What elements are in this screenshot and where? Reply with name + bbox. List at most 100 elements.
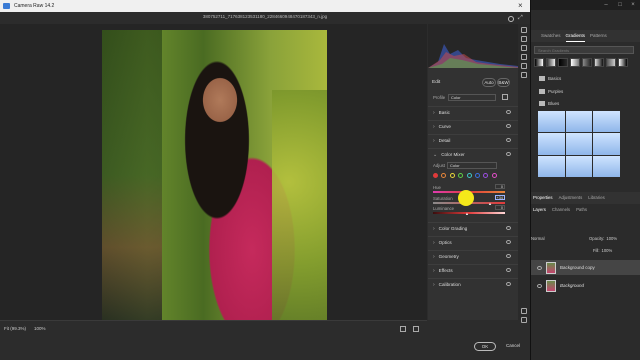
tab-channels[interactable]: Channels xyxy=(552,207,570,212)
chevron-right-icon: › xyxy=(433,253,435,260)
section-basic[interactable]: › Basic xyxy=(428,106,518,118)
eye-icon[interactable] xyxy=(506,240,511,244)
gear-icon[interactable] xyxy=(508,16,514,22)
color-swatch-1[interactable] xyxy=(441,173,447,178)
eye-icon[interactable] xyxy=(506,124,511,128)
color-swatch-0[interactable] xyxy=(433,173,438,178)
chevron-right-icon: › xyxy=(433,267,435,274)
layer-row[interactable]: Background xyxy=(531,278,640,293)
gradient-swatch[interactable] xyxy=(538,155,565,177)
folder-purples[interactable]: Purples xyxy=(539,89,563,94)
tab-layers[interactable]: Layers xyxy=(533,207,546,212)
color-swatch-4[interactable] xyxy=(466,173,472,178)
gradient-swatch[interactable] xyxy=(538,133,565,155)
tab-gradients[interactable]: Gradients xyxy=(565,33,586,42)
minimize-icon[interactable]: – xyxy=(603,2,609,8)
tab-adjustments[interactable]: Adjustments xyxy=(559,195,583,204)
color-swatch-3[interactable] xyxy=(458,173,464,178)
fit-zoom-select[interactable]: Fit (99.3%) xyxy=(4,326,26,331)
saturation-value[interactable]: +34 xyxy=(495,195,505,200)
dialog-title: Camera Raw 14.2 xyxy=(14,3,55,9)
opacity-control[interactable]: Opacity: 100% xyxy=(589,236,617,241)
gradient-swatch[interactable] xyxy=(565,133,593,155)
tab-swatches[interactable]: Swatches xyxy=(541,33,561,42)
eye-icon[interactable] xyxy=(506,110,511,114)
section-detail[interactable]: › Detail xyxy=(428,134,518,146)
color-swatch-5[interactable] xyxy=(474,173,480,178)
luminance-slider-thumb[interactable]: ▲ xyxy=(465,211,469,216)
section-color-mixer[interactable]: ⌄ Color Mixer xyxy=(428,148,518,160)
gradient-search-input[interactable] xyxy=(534,46,634,54)
gradient-swatch[interactable] xyxy=(538,111,565,133)
gradient-swatch[interactable] xyxy=(565,111,593,133)
auto-button[interactable]: Auto xyxy=(482,78,496,87)
gradient-swatch[interactable] xyxy=(594,58,604,67)
gradient-swatch[interactable] xyxy=(593,155,620,177)
gradient-swatch[interactable] xyxy=(593,133,620,155)
edit-tool-icon[interactable] xyxy=(521,27,527,33)
color-swatch-6[interactable] xyxy=(483,173,489,178)
gradient-swatch[interactable] xyxy=(582,58,592,67)
tab-patterns[interactable]: Patterns xyxy=(590,33,607,42)
blend-mode-select[interactable]: Normal xyxy=(531,236,545,241)
zoom-tool-icon[interactable] xyxy=(521,317,527,323)
gradient-swatch[interactable] xyxy=(593,111,620,133)
section-optics[interactable]: › Optics xyxy=(428,236,518,248)
healing-tool-icon[interactable] xyxy=(521,45,527,51)
redeye-tool-icon[interactable] xyxy=(521,63,527,69)
eye-icon[interactable] xyxy=(506,152,511,156)
crop-tool-icon[interactable] xyxy=(521,36,527,42)
gradient-swatch[interactable] xyxy=(618,58,628,67)
compare-views-icon[interactable] xyxy=(413,326,419,332)
fullscreen-icon[interactable]: ⤢ xyxy=(518,15,523,22)
eye-icon[interactable] xyxy=(506,282,511,286)
hand-tool-icon[interactable] xyxy=(521,308,527,314)
section-geometry[interactable]: › Geometry xyxy=(428,250,518,262)
before-after-icon[interactable] xyxy=(400,326,406,332)
gradient-swatch[interactable] xyxy=(565,155,593,177)
eye-icon[interactable] xyxy=(506,138,511,142)
profile-browser-icon[interactable] xyxy=(502,94,508,100)
gradient-swatch[interactable] xyxy=(570,58,580,67)
section-effects[interactable]: › Effects xyxy=(428,264,518,276)
layer-row[interactable]: Background copy xyxy=(531,260,640,275)
color-swatch-7[interactable] xyxy=(491,173,497,178)
section-color-grading[interactable]: › Color Grading xyxy=(428,222,518,234)
folder-blues[interactable]: Blues xyxy=(539,101,559,106)
gradient-swatch[interactable] xyxy=(558,58,568,67)
cancel-button[interactable]: Cancel xyxy=(502,342,524,351)
photo-preview[interactable] xyxy=(102,30,327,320)
eye-icon[interactable] xyxy=(537,265,542,270)
maximize-icon[interactable]: □ xyxy=(617,2,623,8)
close-icon[interactable]: × xyxy=(630,2,636,8)
gradient-swatch[interactable] xyxy=(546,58,556,67)
tool-strip xyxy=(518,24,530,323)
eye-icon[interactable] xyxy=(537,283,542,288)
eye-icon[interactable] xyxy=(506,268,511,272)
ok-button[interactable]: OK xyxy=(474,342,496,351)
profile-select[interactable]: Color xyxy=(448,94,496,101)
presets-tool-icon[interactable] xyxy=(521,72,527,78)
eye-icon[interactable] xyxy=(506,254,511,258)
section-curve[interactable]: › Curve xyxy=(428,120,518,132)
folder-basics[interactable]: Basics xyxy=(539,76,561,81)
close-icon[interactable]: × xyxy=(518,1,523,10)
zoom-percent-select[interactable]: 100% xyxy=(34,326,46,331)
profile-label: Profile xyxy=(433,95,446,100)
bw-button[interactable]: B&W xyxy=(497,78,510,87)
saturation-slider-thumb[interactable]: ▲ xyxy=(488,201,492,206)
luminance-slider[interactable] xyxy=(433,212,505,214)
fill-control[interactable]: Fill: 100% xyxy=(593,248,612,253)
gradient-swatch[interactable] xyxy=(606,58,616,67)
color-swatch-2[interactable] xyxy=(449,173,455,178)
tab-libraries[interactable]: Libraries xyxy=(588,195,604,204)
luminance-value[interactable]: 0 xyxy=(495,205,505,210)
tab-properties[interactable]: Properties xyxy=(533,195,553,204)
tab-paths[interactable]: Paths xyxy=(576,207,587,212)
section-calibration[interactable]: › Calibration xyxy=(428,278,518,290)
adjust-select[interactable]: Color xyxy=(447,162,497,169)
eye-icon[interactable] xyxy=(506,226,511,230)
hue-value[interactable]: 0 xyxy=(495,184,505,189)
masking-tool-icon[interactable] xyxy=(521,54,527,60)
gradient-swatch[interactable] xyxy=(534,58,544,67)
